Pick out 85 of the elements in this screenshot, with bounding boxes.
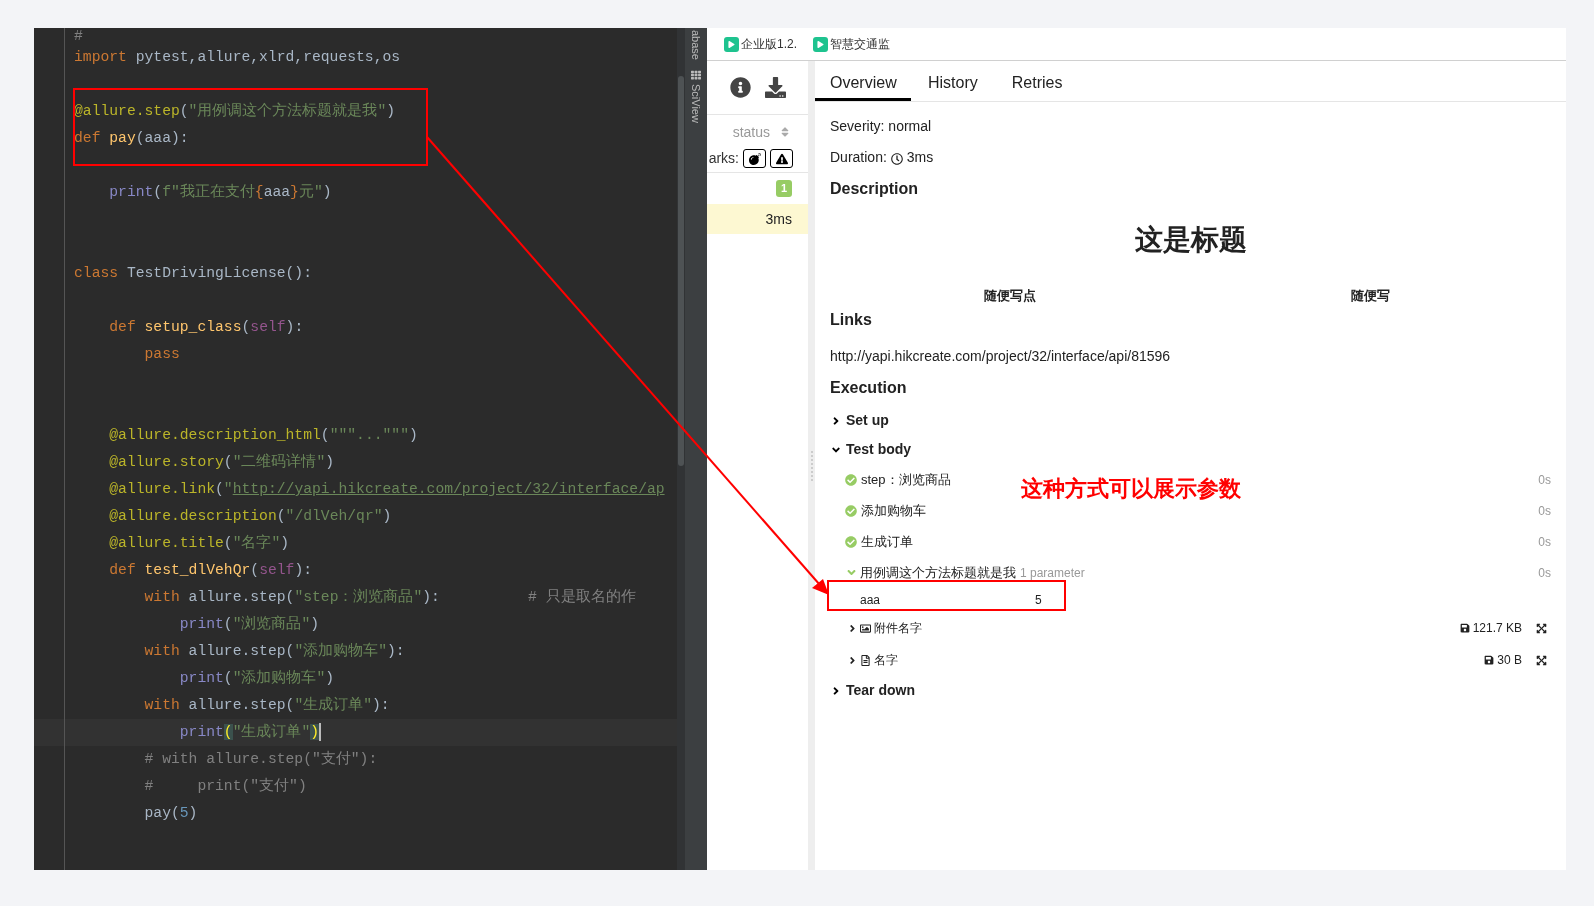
warning-icon	[775, 152, 788, 165]
tool-window-tab[interactable]: abase	[687, 30, 705, 60]
stage-header[interactable]: Tear down	[830, 676, 1551, 705]
code-line: @allure.description("/dlVeh/qr")	[108, 507, 392, 526]
step-name[interactable]: 添加购物车	[861, 500, 926, 521]
parameter-count: 1 parameter	[1020, 564, 1085, 582]
parameter-value: 5	[1035, 592, 1042, 609]
code-line: def pay(aaa):	[74, 129, 189, 148]
bomb-icon	[748, 152, 761, 165]
code-editor[interactable]	[34, 28, 685, 870]
code-line: print(f"我正在支付{aaa}元")	[108, 182, 332, 202]
parameter-name: aaa	[860, 592, 882, 609]
code-line: @allure.story("二维码详情")	[108, 452, 335, 472]
code-line: pass	[143, 345, 180, 364]
code-line: #	[74, 28, 83, 44]
result-row[interactable]: 3ms	[707, 204, 808, 234]
code-line: pay(5)	[143, 804, 198, 823]
stage-header[interactable]: Set up	[830, 406, 1551, 435]
code-line: print("浏览商品")	[178, 614, 320, 634]
step-duration: 0s	[1538, 564, 1551, 582]
grid-icon	[691, 70, 701, 80]
tab[interactable]: History	[911, 61, 995, 101]
step-duration: 0s	[1538, 533, 1551, 551]
code-line: with allure.step("生成订单"):	[143, 695, 390, 715]
code-line: print("添加购物车")	[178, 668, 335, 688]
count-badge: 1	[775, 180, 792, 197]
duration-label: Duration:	[830, 148, 887, 167]
download-icon[interactable]	[765, 77, 786, 98]
step-name[interactable]: 生成订单	[861, 531, 913, 552]
code-line: with allure.step("step：浏览商品"): # 只是取名的作	[143, 587, 636, 607]
tool-window-tab[interactable]: SciView	[687, 84, 705, 123]
bookmark-link[interactable]: 智慧交通监	[830, 35, 890, 53]
scrollbar-thumb[interactable]	[678, 76, 684, 466]
code-line: # print("支付")	[143, 776, 307, 796]
tab[interactable]: Overview	[815, 61, 911, 101]
description-title: 这是标题	[1134, 223, 1247, 257]
section-heading: Links	[830, 310, 872, 330]
code-line: @allure.step("用例调这个方法标题就是我")	[74, 101, 396, 121]
clock-icon	[890, 153, 903, 165]
duration-value: 3ms	[906, 148, 934, 167]
table-header-cell-text: 随便写	[1350, 286, 1392, 305]
caret-right-icon	[847, 654, 858, 666]
attachment-name[interactable]: 名字	[874, 651, 898, 669]
bookmark-link[interactable]: 企业版1.2.	[741, 35, 797, 53]
code-line: # with allure.step("支付"):	[143, 749, 378, 769]
image-file-icon	[860, 622, 871, 634]
section-heading: Execution	[830, 378, 907, 398]
play-icon	[724, 36, 739, 52]
attachment-size: 30 B	[1497, 652, 1522, 669]
text-file-icon	[860, 654, 871, 666]
save-icon	[1459, 623, 1470, 633]
marks-label: arks:	[708, 149, 739, 168]
step-duration: 0s	[1538, 502, 1551, 520]
section-heading: Description	[830, 179, 918, 199]
step-name[interactable]: step：浏览商品	[861, 469, 951, 490]
expand-icon[interactable]	[1536, 622, 1547, 634]
code-line: def test_dlVehQr(self):	[108, 561, 313, 580]
step-name[interactable]: 用例调这个方法标题就是我	[860, 562, 1016, 583]
check-icon	[845, 473, 857, 486]
attachment-name[interactable]: 附件名字	[874, 619, 922, 637]
check-icon	[845, 504, 857, 517]
warning-filter-button[interactable]	[770, 149, 793, 168]
caret-right-icon	[847, 622, 858, 634]
attachment-size: 121.7 KB	[1472, 620, 1522, 637]
code-line: import pytest,allure,xlrd,requests,os	[74, 48, 401, 67]
code-line: @allure.link("http://yapi.hikcreate.com/project/32/interface/ap	[108, 480, 665, 499]
code-line: class TestDrivingLicense():	[74, 264, 312, 283]
annotation-text: 这种方式可以展示参数	[1021, 475, 1241, 503]
code-line: @allure.title("名字")	[108, 533, 290, 553]
code-line: def setup_class(self):	[108, 318, 304, 337]
table-header-cell-text: 随便写点	[983, 286, 1038, 305]
severity-text: Severity: normal	[830, 117, 932, 136]
code-line: with allure.step("添加购物车"):	[143, 641, 405, 661]
save-icon	[1484, 655, 1495, 665]
expand-icon[interactable]	[1536, 654, 1547, 666]
code-line: print("生成订单")	[178, 722, 322, 744]
link[interactable]: http://yapi.hikcreate.com/project/32/interface/api/81596	[830, 346, 1171, 367]
code-line: @allure.description_html("""...""")	[108, 426, 418, 445]
play-icon	[813, 36, 828, 52]
stage-header[interactable]: Test body	[830, 435, 1551, 464]
tab[interactable]: Retries	[994, 61, 1080, 101]
info-icon[interactable]	[730, 77, 751, 98]
step-duration: 0s	[1538, 471, 1551, 489]
check-icon	[845, 535, 857, 548]
flaky-filter-button[interactable]	[743, 149, 766, 168]
